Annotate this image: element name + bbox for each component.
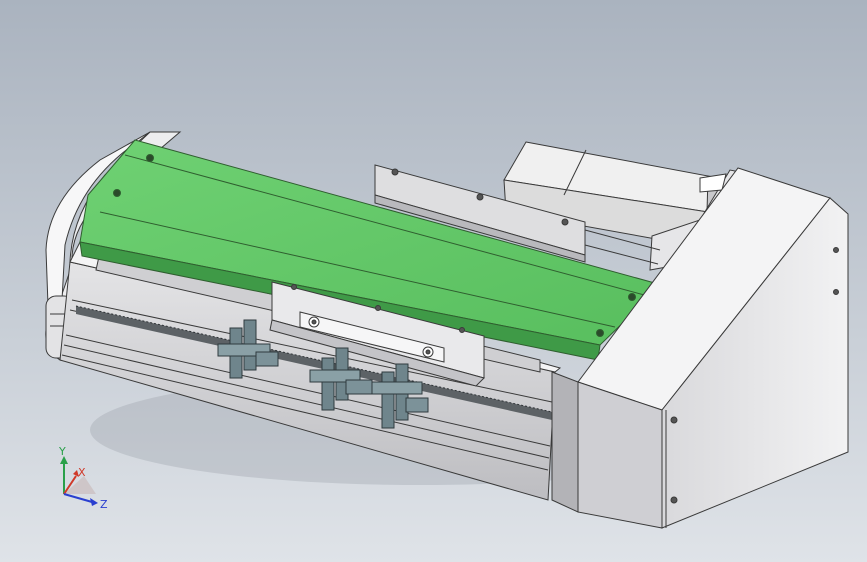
- y-axis-label: Y: [58, 446, 66, 458]
- z-axis-line: [63, 493, 93, 503]
- belt-hole: [628, 293, 636, 301]
- belt-hole: [596, 329, 604, 337]
- z-axis-label: Z: [100, 498, 108, 511]
- belt-hole: [113, 189, 121, 197]
- z-axis-arrow: [90, 498, 98, 506]
- cad-viewport[interactable]: Y X Z: [0, 0, 867, 562]
- mount-hole: [670, 496, 678, 504]
- mount-hole: [833, 247, 839, 253]
- x-axis-label: X: [78, 466, 86, 479]
- mount-hole: [833, 289, 839, 295]
- linear-module-model[interactable]: [0, 0, 867, 562]
- mount-hole: [670, 416, 678, 424]
- axis-triad[interactable]: Y X Z: [44, 446, 114, 516]
- belt-hole: [146, 154, 154, 162]
